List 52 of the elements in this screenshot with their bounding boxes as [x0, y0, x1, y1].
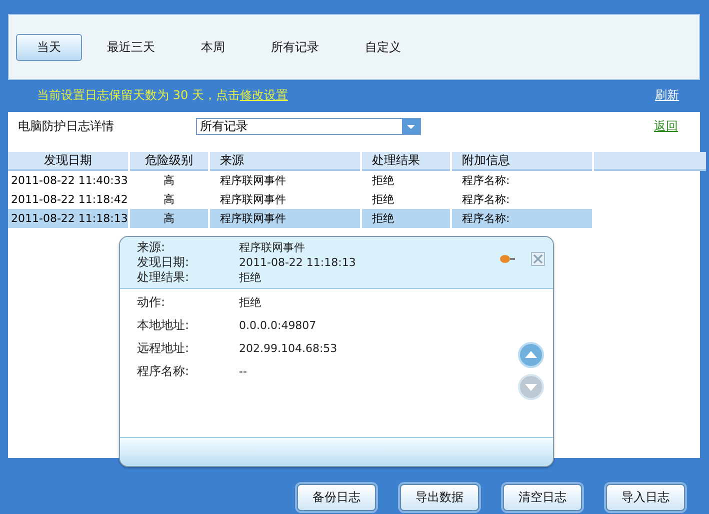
table-cell: 程序名称:: [452, 209, 592, 228]
table-cell-text: 程序联网事件: [219, 173, 287, 189]
table-cell: 程序联网事件: [210, 209, 360, 228]
table-cell-text: 程序名称:: [461, 192, 511, 208]
tab[interactable]: 自定义: [344, 34, 422, 60]
scroll-up-icon[interactable]: [518, 342, 544, 368]
table-cell-text: 程序名称:: [461, 173, 511, 189]
scroll-down-icon[interactable]: [518, 374, 544, 400]
tab[interactable]: 本周: [180, 34, 246, 60]
pin-icon[interactable]: [499, 254, 515, 264]
field-label: 本地地址:: [137, 317, 190, 334]
action-button[interactable]: 导入日志: [606, 484, 685, 511]
field-label: 远程地址:: [137, 340, 190, 357]
action-button[interactable]: 清空日志: [503, 484, 582, 511]
field-value: 拒绝: [239, 295, 261, 310]
table-cell: 2011-08-22 11:18:13: [8, 209, 128, 228]
column-header: 来源: [210, 152, 360, 171]
field-label: 动作:: [137, 294, 166, 311]
column-header: 发现日期: [8, 152, 128, 171]
table-cell-text: 2011-08-22 11:18:42: [10, 192, 128, 208]
field-value: 拒绝: [239, 270, 261, 285]
field-label: 处理结果:: [137, 269, 190, 286]
field-value: 程序联网事件: [239, 240, 305, 255]
back-link[interactable]: 返回: [654, 118, 678, 134]
table-cell-text: 程序联网事件: [219, 192, 287, 208]
record-filter-dropdown[interactable]: 所有记录: [196, 118, 421, 134]
field-label: 发现日期:: [137, 254, 190, 271]
field-value: 0.0.0.0:49807: [239, 319, 316, 332]
table-cell: 拒绝: [362, 209, 450, 228]
field-label: 来源:: [137, 239, 166, 256]
tab[interactable]: 当天: [16, 34, 82, 60]
table-cell-text: 拒绝: [371, 173, 395, 189]
table-cell-text: 高: [162, 192, 176, 208]
refresh-link[interactable]: 刷新: [655, 86, 679, 104]
log-title: 电脑防护日志详情: [18, 118, 115, 134]
column-header: 附加信息: [452, 152, 592, 171]
action-button[interactable]: 导出数据: [400, 484, 479, 511]
field-value: 202.99.104.68:53: [239, 342, 338, 355]
table-cell-text: 2011-08-22 11:40:33: [10, 173, 128, 189]
field-value: --: [239, 365, 247, 378]
tab[interactable]: 所有记录: [250, 34, 340, 60]
table-cell: 高: [130, 209, 208, 228]
action-button[interactable]: 备份日志: [297, 484, 376, 511]
field-label: 程序名称:: [137, 363, 190, 380]
close-icon[interactable]: [531, 252, 545, 266]
column-header: 危险级别: [130, 152, 208, 171]
table-cell-text: 高: [162, 173, 176, 189]
tab[interactable]: 最近三天: [86, 34, 176, 60]
column-header: 处理结果: [362, 152, 450, 171]
table-cell-text: 拒绝: [371, 192, 395, 208]
retention-notice: 当前设置日志保留天数为 30 天，点击: [37, 86, 240, 104]
field-value: 2011-08-22 11:18:13: [239, 256, 356, 269]
